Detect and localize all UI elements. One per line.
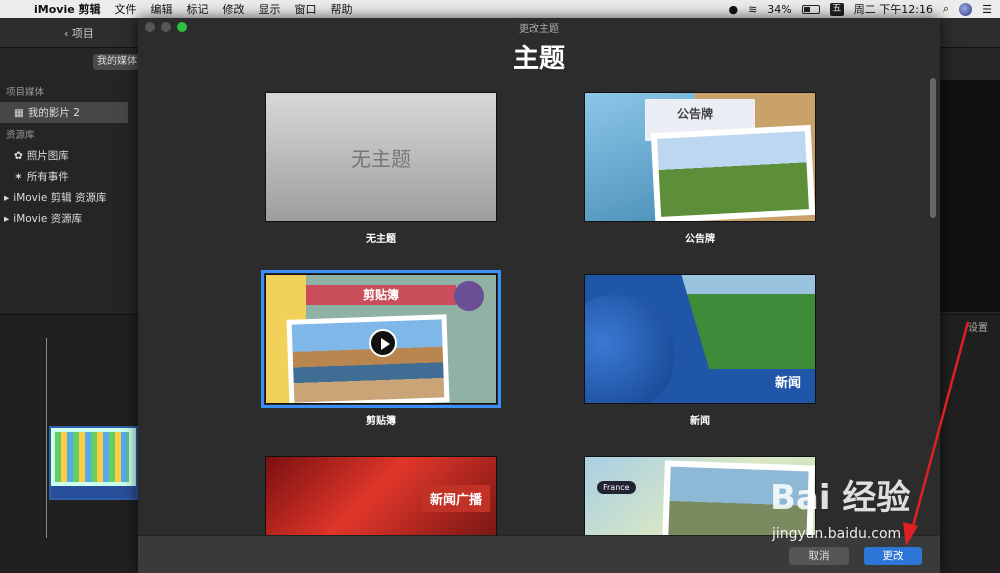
sidebar-item-project[interactable]: ▦ 我的影片 2 bbox=[0, 102, 128, 123]
battery-icon[interactable] bbox=[801, 4, 820, 14]
theme-bulletin-board[interactable]: 公告牌 公告牌 bbox=[584, 92, 816, 245]
timeline-clip[interactable] bbox=[49, 426, 138, 500]
siri-icon[interactable] bbox=[959, 2, 973, 16]
library-sidebar: 项目媒体 ▦ 我的影片 2 资源库 ✿ 照片图库 ✶ 所有事件 ▸ iMovie 剪辑 … bbox=[0, 80, 128, 312]
project-media-header: 项目媒体 bbox=[6, 87, 45, 98]
dialog-titlebar: 更改主题 bbox=[138, 18, 940, 36]
change-theme-dialog: 更改主题 主题 无主题 无主题 公告牌 公告牌 剪贴簿 剪贴簿 新闻 新闻 新闻… bbox=[138, 18, 940, 573]
theme-grid: 无主题 无主题 公告牌 公告牌 剪贴簿 剪贴簿 新闻 新闻 新闻广播 Franc… bbox=[138, 90, 940, 553]
photos-icon: ✿ bbox=[14, 149, 23, 162]
menu-window[interactable]: 窗口 bbox=[295, 1, 317, 17]
theme-grid-scrollbar[interactable] bbox=[930, 78, 936, 218]
menu-help[interactable]: 帮助 bbox=[331, 1, 353, 17]
wifi-icon[interactable]: ≋ bbox=[748, 3, 757, 16]
sidebar-item-library-1[interactable]: ▸ iMovie 剪辑 资源库 bbox=[0, 187, 128, 208]
back-to-projects-button[interactable]: ‹ 项目 bbox=[64, 25, 94, 41]
star-icon: ✶ bbox=[14, 170, 23, 183]
menu-file[interactable]: 文件 bbox=[115, 1, 137, 17]
viewer bbox=[940, 80, 1000, 312]
disclosure-triangle-icon[interactable]: ▸ bbox=[4, 192, 9, 204]
theme-none[interactable]: 无主题 无主题 bbox=[265, 92, 497, 245]
theme-label: 新闻 bbox=[690, 416, 710, 427]
qq-icon[interactable]: ● bbox=[728, 3, 738, 16]
sidebar-item-library-2[interactable]: ▸ iMovie 资源库 bbox=[0, 208, 128, 229]
change-button[interactable]: 更改 bbox=[864, 547, 922, 565]
playhead[interactable] bbox=[46, 338, 47, 538]
notification-center-icon[interactable]: ☰ bbox=[982, 3, 992, 16]
library-header: 资源库 bbox=[6, 130, 35, 141]
my-media-tab[interactable]: 我的媒体 bbox=[93, 54, 141, 70]
app-menu[interactable]: iMovie 剪辑 bbox=[34, 1, 101, 17]
flower-icon bbox=[454, 281, 484, 311]
theme-label: 剪贴簿 bbox=[366, 416, 396, 427]
theme-thumbnail[interactable]: 无主题 bbox=[265, 92, 497, 222]
play-icon[interactable] bbox=[369, 329, 397, 357]
sidebar-item-photos[interactable]: ✿ 照片图库 bbox=[0, 145, 128, 166]
theme-label: 公告牌 bbox=[685, 234, 715, 245]
menu-bar: iMovie 剪辑 文件 编辑 标记 修改 显示 窗口 帮助 ● ≋ 34% 五… bbox=[0, 0, 1000, 18]
settings-button[interactable]: 设置 bbox=[968, 319, 988, 334]
dialog-footer: 取消 更改 bbox=[138, 535, 940, 573]
input-method-icon[interactable]: 五 bbox=[829, 2, 844, 16]
close-button[interactable] bbox=[145, 22, 155, 32]
theme-thumbnail[interactable]: 剪贴簿 bbox=[261, 270, 501, 408]
menu-edit[interactable]: 编辑 bbox=[151, 1, 173, 17]
theme-news[interactable]: 新闻 新闻 bbox=[584, 274, 816, 427]
film-icon: ▦ bbox=[14, 106, 24, 119]
theme-label: 无主题 bbox=[366, 234, 396, 245]
menu-modify[interactable]: 修改 bbox=[223, 1, 245, 17]
dialog-window-title: 更改主题 bbox=[519, 23, 559, 35]
zoom-button[interactable] bbox=[177, 22, 187, 32]
theme-thumbnail[interactable]: 新闻 bbox=[584, 274, 816, 404]
search-icon[interactable]: ⌕ bbox=[943, 2, 949, 16]
battery-percent: 34% bbox=[767, 2, 792, 16]
clock[interactable]: 周二 下午12:16 bbox=[854, 1, 933, 17]
sidebar-item-all-events[interactable]: ✶ 所有事件 bbox=[0, 166, 128, 187]
dialog-heading: 主题 bbox=[512, 44, 565, 74]
minimize-button[interactable] bbox=[161, 22, 171, 32]
disclosure-triangle-icon[interactable]: ▸ bbox=[4, 213, 9, 225]
theme-thumbnail[interactable]: 公告牌 bbox=[584, 92, 816, 222]
menu-mark[interactable]: 标记 bbox=[187, 1, 209, 17]
cancel-button[interactable]: 取消 bbox=[789, 547, 849, 565]
menu-view[interactable]: 显示 bbox=[259, 1, 281, 17]
theme-scrapbook[interactable]: 剪贴簿 剪贴簿 bbox=[261, 270, 501, 427]
